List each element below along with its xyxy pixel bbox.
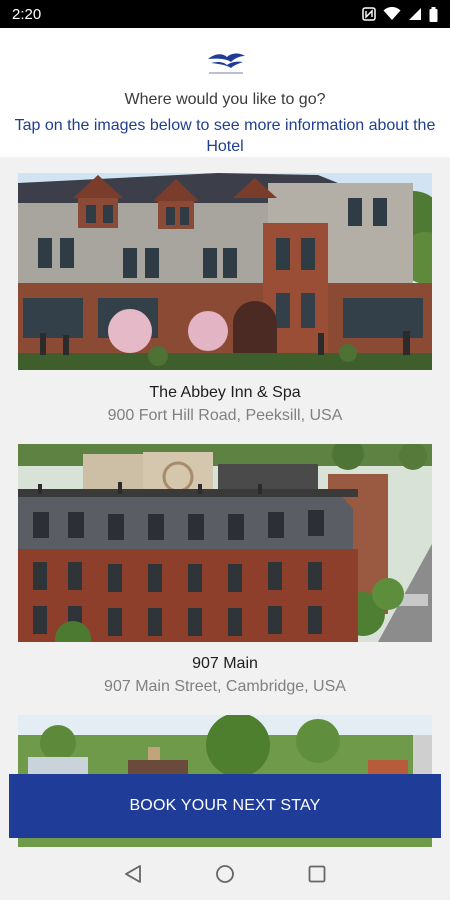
brand-logo-icon [203, 50, 249, 78]
cell-signal-icon [408, 7, 422, 21]
header-question: Where would you like to go? [124, 91, 326, 108]
header-subtitle: Tap on the images below to see more info… [14, 117, 436, 155]
battery-icon [429, 6, 438, 22]
status-time: 2:20 [12, 5, 42, 23]
book-next-stay-button[interactable]: BOOK YOUR NEXT STAY [9, 774, 441, 838]
hotel-name[interactable]: The Abbey Inn & Spa [0, 384, 450, 402]
back-icon[interactable] [122, 863, 144, 885]
header: Where would you like to go? Tap on the i… [0, 28, 450, 157]
status-bar: 2:20 [0, 0, 450, 28]
recents-icon[interactable] [306, 863, 328, 885]
nfc-icon [362, 7, 376, 21]
home-icon[interactable] [214, 863, 236, 885]
hotel-list[interactable]: The Abbey Inn & Spa 900 Fort Hill Road, … [0, 157, 450, 847]
hotel-name[interactable]: 907 Main [0, 655, 450, 673]
status-icons [362, 6, 438, 22]
hotel-image-abbey-inn[interactable] [18, 173, 432, 370]
hotel-address: 907 Main Street, Cambridge, USA [104, 678, 346, 695]
hotel-card: 907 Main 907 Main Street, Cambridge, USA [0, 427, 450, 697]
system-nav-bar [0, 847, 450, 900]
hotel-image-907-main[interactable] [18, 444, 432, 642]
hotel-address: 900 Fort Hill Road, Peeksill, USA [107, 407, 343, 424]
hotel-card: The Abbey Inn & Spa 900 Fort Hill Road, … [0, 157, 450, 427]
wifi-icon [383, 7, 401, 21]
